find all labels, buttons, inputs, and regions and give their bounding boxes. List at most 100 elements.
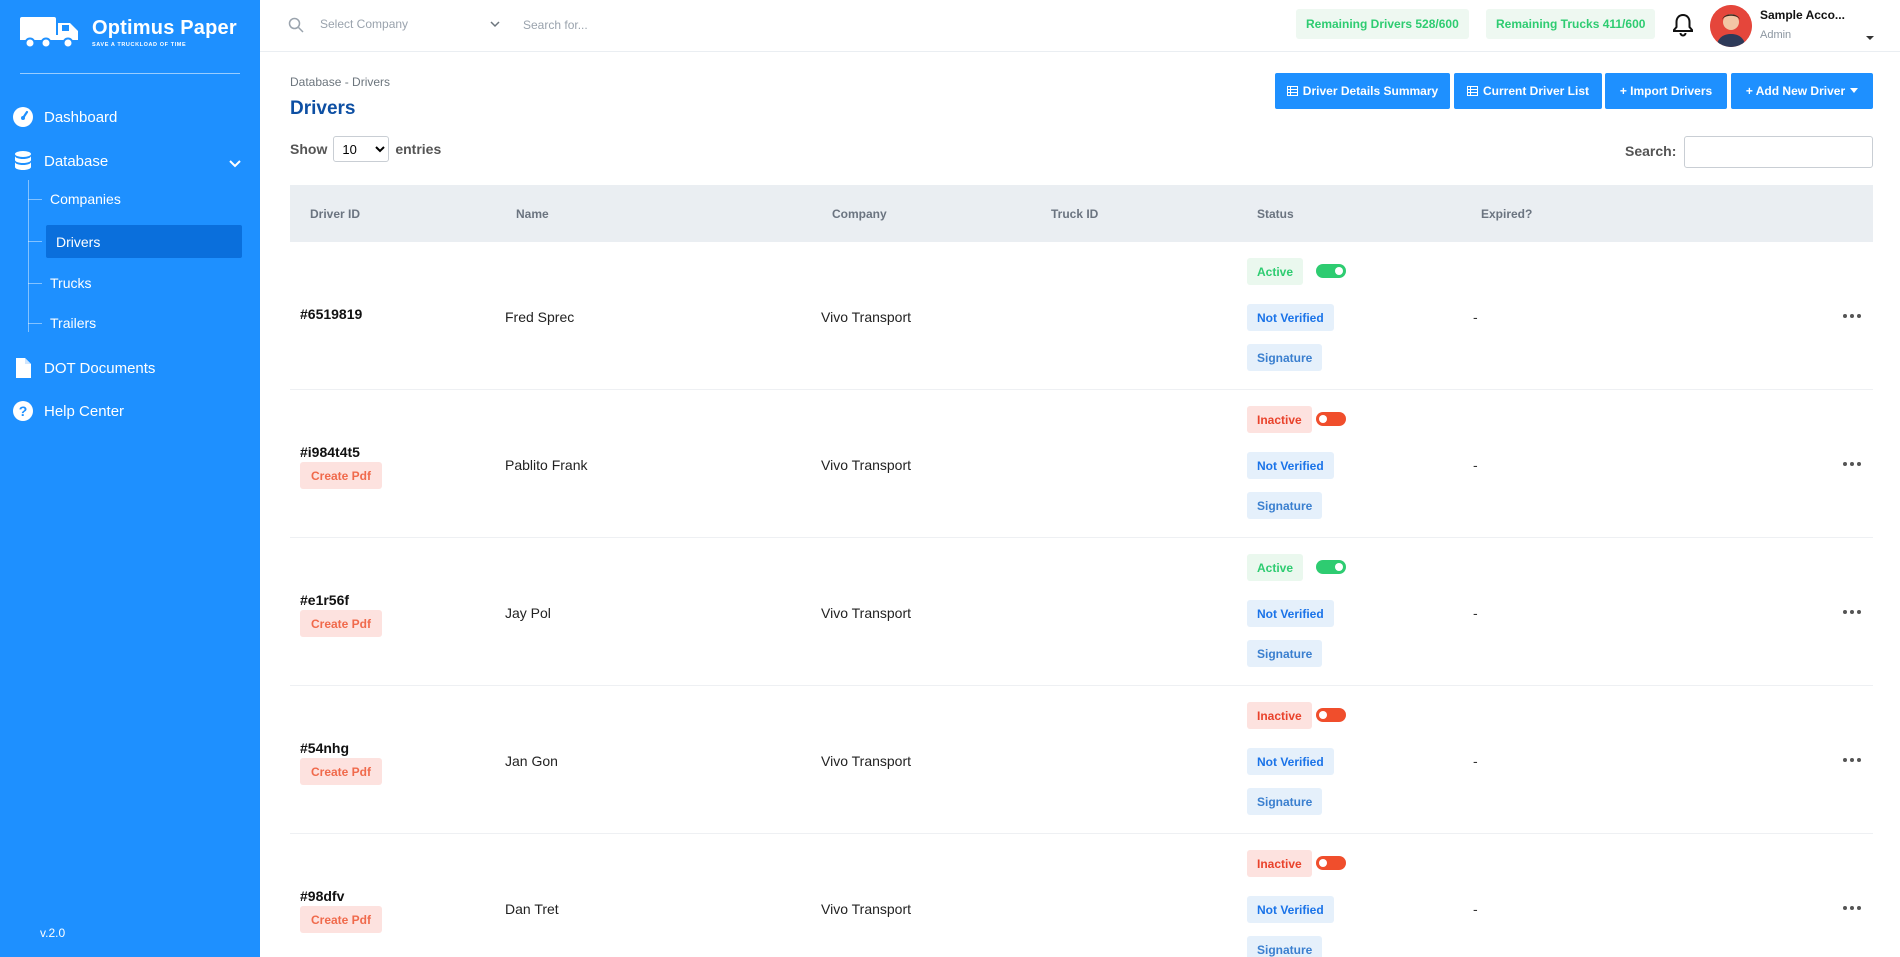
status-badge: Active bbox=[1247, 258, 1304, 285]
driver-name: Pablito Frank bbox=[505, 457, 588, 473]
status-toggle[interactable] bbox=[1316, 708, 1346, 722]
create-pdf-button[interactable]: Create Pdf bbox=[300, 610, 382, 637]
driver-id: #98dfv bbox=[300, 888, 345, 904]
status-toggle[interactable] bbox=[1316, 560, 1346, 574]
create-pdf-button[interactable]: Create Pdf bbox=[300, 462, 382, 489]
table-icon bbox=[1286, 86, 1298, 96]
table-row[interactable]: #54nhg Create Pdf Jan Gon Vivo Transport… bbox=[290, 686, 1873, 834]
app-version: v.2.0 bbox=[40, 926, 66, 940]
brand-name: Optimus Paper bbox=[92, 16, 237, 39]
verification-badge: Not Verified bbox=[1247, 600, 1334, 627]
more-options-icon[interactable] bbox=[1843, 758, 1861, 762]
sidebar-item-dashboard[interactable]: Dashboard bbox=[12, 106, 117, 128]
table-search-label: Search: bbox=[1625, 143, 1677, 159]
driver-company: Vivo Transport bbox=[821, 753, 912, 769]
sidebar-item-label: Drivers bbox=[46, 225, 242, 258]
more-options-icon[interactable] bbox=[1843, 314, 1861, 318]
status-toggle[interactable] bbox=[1316, 264, 1346, 278]
sidebar-item-dot-documents[interactable]: DOT Documents bbox=[12, 357, 155, 379]
expired-value: - bbox=[1473, 457, 1478, 473]
driver-company: Vivo Transport bbox=[821, 457, 912, 473]
signature-badge[interactable]: Signature bbox=[1247, 640, 1323, 667]
truck-logo-icon bbox=[20, 17, 78, 49]
sidebar-item-label: Database bbox=[44, 152, 109, 170]
column-header-company[interactable]: Company bbox=[832, 207, 887, 221]
status-badge: Active bbox=[1247, 554, 1304, 581]
add-new-driver-button[interactable]: + Add New Driver bbox=[1731, 73, 1873, 109]
create-pdf-button[interactable]: Create Pdf bbox=[300, 906, 382, 933]
search-input[interactable]: Search for... bbox=[523, 18, 588, 32]
database-icon bbox=[12, 150, 34, 172]
signature-badge[interactable]: Signature bbox=[1247, 788, 1323, 815]
company-select[interactable]: Select Company bbox=[320, 17, 500, 31]
sidebar-item-drivers[interactable]: Drivers bbox=[28, 225, 242, 258]
brand-logo[interactable]: Optimus Paper SAVE A TRUCKLOAD OF TIME bbox=[18, 12, 238, 52]
avatar[interactable] bbox=[1710, 5, 1752, 47]
breadcrumb: Database - Drivers bbox=[290, 75, 391, 89]
signature-badge[interactable]: Signature bbox=[1247, 344, 1323, 371]
help-circle-icon: ? bbox=[12, 400, 34, 422]
brand-tagline: SAVE A TRUCKLOAD OF TIME bbox=[92, 41, 187, 48]
caret-down-icon[interactable] bbox=[1865, 34, 1875, 42]
table-row[interactable]: #6519819 Fred Sprec Vivo Transport Activ… bbox=[290, 242, 1873, 390]
expired-value: - bbox=[1473, 901, 1478, 917]
account-name[interactable]: Sample Acco... bbox=[1760, 8, 1845, 22]
driver-id: #6519819 bbox=[300, 306, 363, 322]
table-search-input[interactable] bbox=[1684, 136, 1873, 168]
bell-icon[interactable] bbox=[1672, 13, 1694, 37]
sidebar-item-companies[interactable]: Companies bbox=[28, 191, 121, 207]
driver-id: #e1r56f bbox=[300, 592, 350, 608]
expired-value: - bbox=[1473, 309, 1478, 325]
status-toggle[interactable] bbox=[1316, 856, 1346, 870]
chevron-down-icon[interactable] bbox=[489, 19, 501, 29]
search-icon bbox=[288, 17, 304, 33]
column-header-driver-id[interactable]: Driver ID bbox=[310, 207, 360, 221]
sidebar-item-label: DOT Documents bbox=[44, 359, 156, 377]
sidebar-item-label: Trailers bbox=[50, 315, 97, 331]
account-role: Admin bbox=[1760, 29, 1792, 41]
driver-name: Jay Pol bbox=[505, 605, 551, 621]
driver-name: Jan Gon bbox=[505, 753, 558, 769]
table-row[interactable]: #98dfv Create Pdf Dan Tret Vivo Transpor… bbox=[290, 834, 1873, 957]
status-toggle[interactable] bbox=[1316, 412, 1346, 426]
chevron-down-icon[interactable] bbox=[228, 157, 242, 171]
entries-control: Show 10 entries bbox=[290, 136, 441, 162]
create-pdf-button[interactable]: Create Pdf bbox=[300, 758, 382, 785]
sidebar-item-trailers[interactable]: Trailers bbox=[28, 315, 96, 331]
more-options-icon[interactable] bbox=[1843, 610, 1861, 614]
driver-company: Vivo Transport bbox=[821, 901, 912, 917]
page-title: Drivers bbox=[290, 98, 356, 119]
sidebar-item-label: Trucks bbox=[50, 275, 92, 291]
svg-text:?: ? bbox=[19, 403, 28, 419]
sidebar-item-database[interactable]: Database bbox=[12, 150, 108, 172]
caret-down-icon bbox=[1850, 88, 1859, 93]
verification-badge: Not Verified bbox=[1247, 304, 1334, 331]
column-header-expired[interactable]: Expired? bbox=[1481, 207, 1532, 221]
signature-badge[interactable]: Signature bbox=[1247, 936, 1323, 957]
table-row[interactable]: #i984t4t5 Create Pdf Pablito Frank Vivo … bbox=[290, 390, 1873, 538]
remaining-trucks-badge: Remaining Trucks 411/600 bbox=[1486, 9, 1656, 39]
sidebar-item-label: Help Center bbox=[44, 402, 125, 420]
more-options-icon[interactable] bbox=[1843, 906, 1861, 910]
column-header-truck-id[interactable]: Truck ID bbox=[1051, 207, 1098, 221]
signature-badge[interactable]: Signature bbox=[1247, 492, 1323, 519]
sidebar-item-label: Dashboard bbox=[44, 108, 118, 126]
column-header-status[interactable]: Status bbox=[1257, 207, 1294, 221]
entries-label: entries bbox=[395, 141, 442, 157]
divider bbox=[20, 73, 240, 74]
column-header-name[interactable]: Name bbox=[516, 207, 549, 221]
status-badge: Inactive bbox=[1247, 406, 1312, 433]
more-options-icon[interactable] bbox=[1843, 462, 1861, 466]
sidebar-item-trucks[interactable]: Trucks bbox=[28, 275, 91, 291]
driver-details-summary-button[interactable]: Driver Details Summary bbox=[1275, 73, 1450, 109]
entries-select[interactable]: 10 bbox=[333, 136, 390, 162]
current-driver-list-button[interactable]: Current Driver List bbox=[1454, 73, 1602, 109]
driver-id: #i984t4t5 bbox=[300, 444, 360, 460]
status-badge: Inactive bbox=[1247, 702, 1312, 729]
driver-company: Vivo Transport bbox=[821, 309, 912, 325]
sidebar-item-help-center[interactable]: ? Help Center bbox=[12, 400, 124, 422]
import-drivers-button[interactable]: + Import Drivers bbox=[1605, 73, 1727, 109]
sidebar-item-label: Companies bbox=[50, 191, 121, 207]
table-row[interactable]: #e1r56f Create Pdf Jay Pol Vivo Transpor… bbox=[290, 538, 1873, 686]
driver-name: Fred Sprec bbox=[505, 309, 575, 325]
